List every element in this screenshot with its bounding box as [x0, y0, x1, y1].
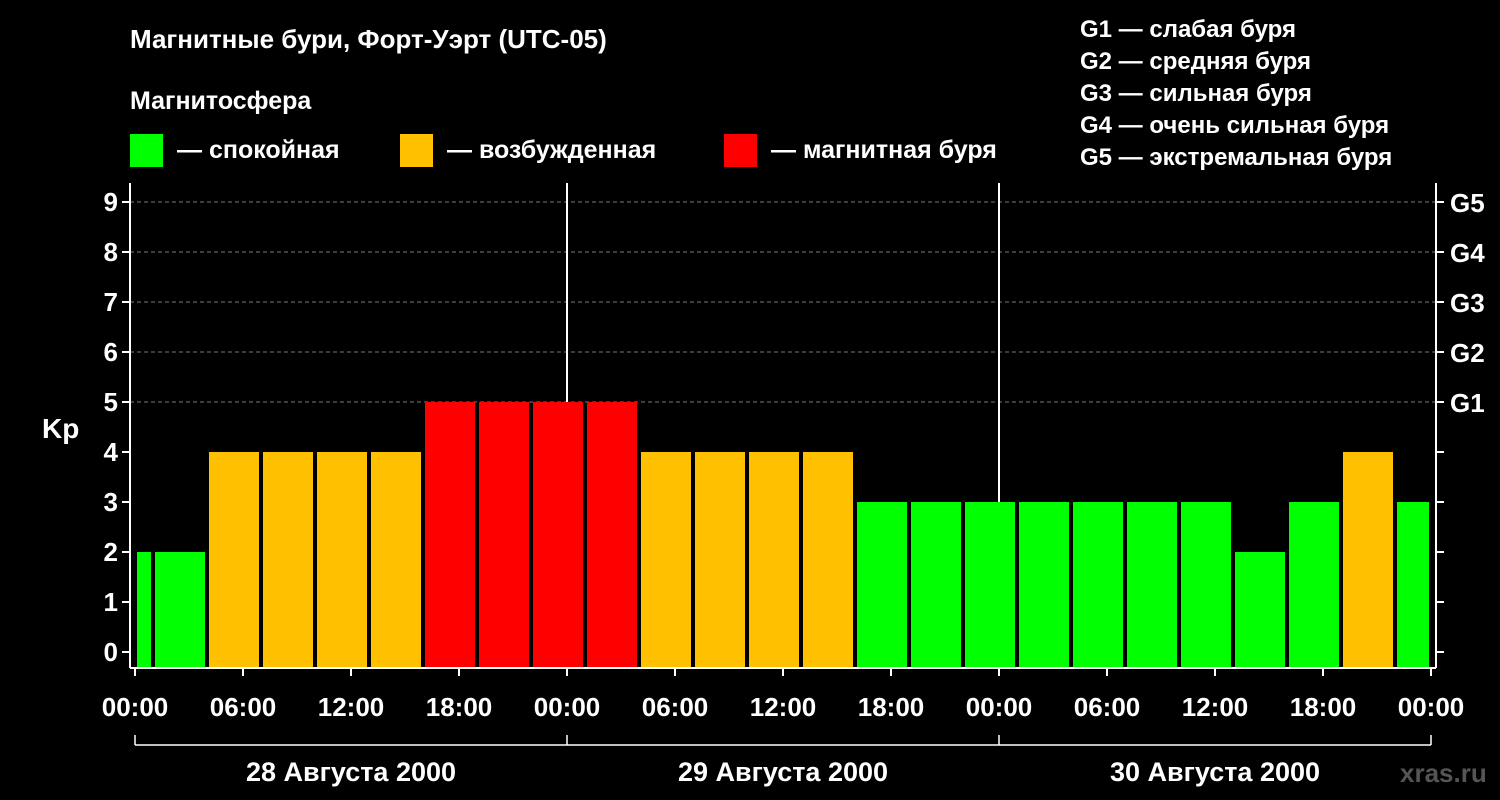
bar-21 [1235, 552, 1285, 668]
x-tick-label-0: 00:00 [102, 692, 169, 722]
x-tick-label-8: 00:00 [966, 692, 1033, 722]
g-level-label-G3: G3 [1450, 288, 1485, 318]
bar-8 [533, 402, 583, 668]
legend-swatch-quiet [130, 134, 163, 167]
legend-swatch-storm [724, 134, 757, 167]
bar-17 [1019, 502, 1069, 668]
bar-14 [857, 502, 907, 668]
x-tick-label-7: 18:00 [858, 692, 925, 722]
legend-label-quiet: — спокойная [177, 136, 340, 164]
legend-label-storm: — магнитная буря [771, 136, 997, 164]
day-label-1: 29 Августа 2000 [678, 757, 888, 787]
watermark: xras.ru [1400, 758, 1487, 788]
bar-0 [137, 552, 151, 668]
bar-7 [479, 402, 529, 668]
y-tick-label-4: 4 [104, 437, 119, 467]
y-tick-label-1: 1 [104, 587, 118, 617]
g-level-label-G4: G4 [1450, 238, 1485, 268]
x-tick-label-4: 00:00 [534, 692, 601, 722]
y-tick-label-8: 8 [104, 237, 118, 267]
x-tick-label-5: 06:00 [642, 692, 709, 722]
x-tick-label-2: 12:00 [318, 692, 385, 722]
day-label-0: 28 Августа 2000 [246, 757, 456, 787]
y-tick-label-6: 6 [104, 337, 118, 367]
bar-11 [695, 452, 745, 668]
y-tick-label-9: 9 [104, 187, 118, 217]
g-scale-g3: G3 — сильная буря [1080, 80, 1312, 107]
bar-24 [1397, 502, 1429, 668]
x-tick-label-10: 12:00 [1182, 692, 1249, 722]
g-scale-g1: G1 — слабая буря [1080, 16, 1296, 43]
chart-title: Магнитные бури, Форт-Уэрт (UTC-05) [130, 24, 607, 54]
bar-3 [263, 452, 313, 668]
day-label-2: 30 Августа 2000 [1110, 757, 1320, 787]
g-scale-g4: G4 — очень сильная буря [1080, 112, 1389, 139]
y-tick-label-7: 7 [104, 287, 118, 317]
bar-4 [317, 452, 367, 668]
legend-label-unsettled: — возбужденная [447, 136, 656, 164]
legend-swatch-unsettled [400, 134, 433, 167]
kp-chart: Магнитные бури, Форт-Уэрт (UTC-05) Магни… [42, 16, 1487, 788]
x-tick-label-9: 06:00 [1074, 692, 1141, 722]
bar-13 [803, 452, 853, 668]
bar-22 [1289, 502, 1339, 668]
x-tick-label-3: 18:00 [426, 692, 493, 722]
y-tick-label-2: 2 [104, 537, 118, 567]
bar-5 [371, 452, 421, 668]
g-level-label-G1: G1 [1450, 388, 1485, 418]
bar-20 [1181, 502, 1231, 668]
y-axis-label: Kp [42, 413, 79, 444]
bar-15 [911, 502, 961, 668]
y-tick-label-0: 0 [104, 637, 118, 667]
g-level-label-G2: G2 [1450, 338, 1485, 368]
bar-9 [587, 402, 637, 668]
legend-heading: Магнитосфера [130, 87, 312, 115]
bar-2 [209, 452, 259, 668]
g-scale-g5: G5 — экстремальная буря [1080, 144, 1392, 171]
bar-1 [155, 552, 205, 668]
y-tick-label-3: 3 [104, 487, 118, 517]
bar-18 [1073, 502, 1123, 668]
bar-16 [965, 502, 1015, 668]
x-tick-label-12: 00:00 [1398, 692, 1465, 722]
g-scale-legend: G1 — слабая буря G2 — средняя буря G3 — … [1080, 16, 1392, 171]
g-level-label-G5: G5 [1450, 188, 1485, 218]
y-tick-label-5: 5 [104, 387, 118, 417]
g-scale-g2: G2 — средняя буря [1080, 48, 1311, 75]
bar-10 [641, 452, 691, 668]
bars [137, 402, 1429, 668]
bar-6 [425, 402, 475, 668]
x-tick-label-11: 18:00 [1290, 692, 1357, 722]
bar-19 [1127, 502, 1177, 668]
bar-23 [1343, 452, 1393, 668]
x-tick-label-1: 06:00 [210, 692, 277, 722]
x-tick-label-6: 12:00 [750, 692, 817, 722]
bar-12 [749, 452, 799, 668]
